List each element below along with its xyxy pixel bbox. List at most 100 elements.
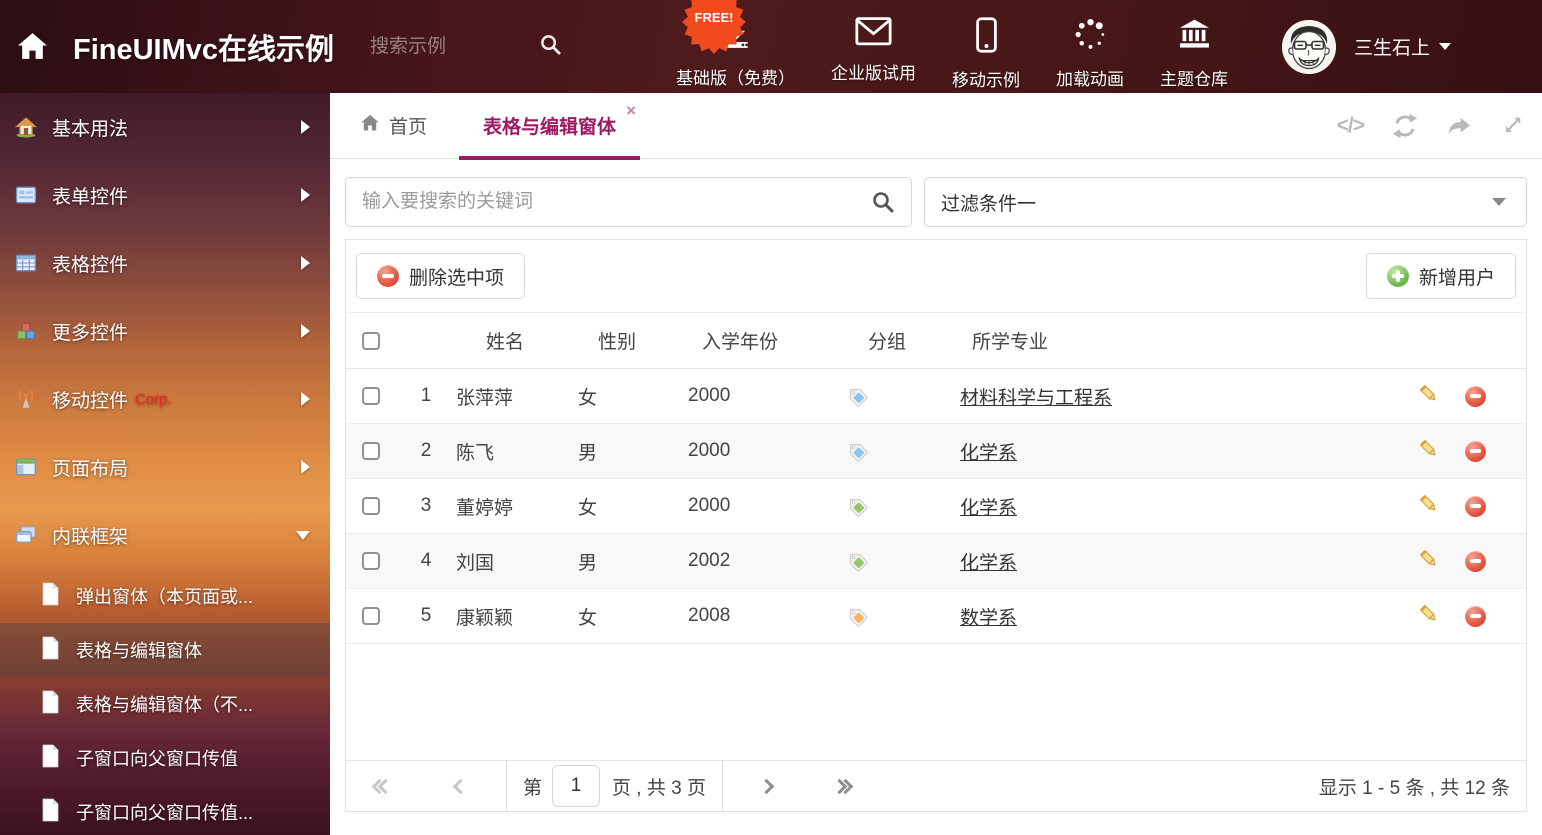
chevron-right-icon	[301, 324, 310, 338]
sidebar-item-basic-usage[interactable]: 基本用法	[0, 93, 330, 161]
header-search	[368, 33, 562, 61]
tag-icon	[846, 550, 868, 572]
search-icon[interactable]	[855, 190, 911, 214]
home-icon[interactable]	[16, 30, 49, 63]
free-badge[interactable]: FREE!	[682, 0, 746, 54]
grid-panel: 删除选中项 新增用户 姓名 性别 入学年份 分组 所学专业	[345, 239, 1527, 812]
tab-home[interactable]: 首页	[360, 112, 427, 139]
row-checkbox[interactable]	[362, 387, 380, 405]
major-link[interactable]: 化学系	[960, 553, 1017, 574]
cell-name: 张萍萍	[456, 383, 578, 410]
sidebar-subitem-child-to-parent[interactable]: 子窗口向父窗口传值	[0, 731, 330, 785]
next-page-button[interactable]	[761, 781, 772, 792]
first-page-button[interactable]	[374, 781, 391, 792]
edit-icon[interactable]	[1418, 603, 1439, 630]
delete-icon[interactable]	[1465, 386, 1486, 407]
sidebar-item-grid-controls[interactable]: 表格控件	[0, 229, 330, 297]
sidebar-item-more-controls[interactable]: 更多控件	[0, 297, 330, 365]
page-input[interactable]	[552, 765, 600, 807]
sidebar-subitem-popup-window[interactable]: 弹出窗体（本页面或...	[0, 569, 330, 623]
sidebar-subitem-grid-edit-window-2[interactable]: 表格与编辑窗体（不...	[0, 677, 330, 731]
select-all-checkbox[interactable]	[362, 332, 380, 350]
delete-icon[interactable]	[1465, 606, 1486, 627]
app-title: FineUIMvc在线示例	[73, 26, 334, 68]
sidebar-item-form-controls[interactable]: 表单控件	[0, 161, 330, 229]
sidebar-subitem-child-to-parent-2[interactable]: 子窗口向父窗口传值...	[0, 785, 330, 835]
chevron-right-icon	[301, 460, 310, 474]
column-header-name[interactable]: 姓名	[456, 327, 578, 354]
row-checkbox[interactable]	[362, 497, 380, 515]
page-prefix: 第	[523, 773, 542, 800]
major-link[interactable]: 材料科学与工程系	[960, 388, 1112, 409]
nav-item-enterprise-trial[interactable]: 企业版试用	[831, 3, 916, 84]
table-row: 2 陈飞 男 2000 化学系	[346, 424, 1526, 479]
table-row: 1 张萍萍 女 2000 材料科学与工程系	[346, 369, 1526, 424]
chevron-right-icon	[301, 256, 310, 270]
frames-icon	[14, 524, 38, 546]
nav-item-loading-animation[interactable]: 加载动画	[1056, 3, 1124, 90]
delete-icon[interactable]	[1465, 551, 1486, 572]
pagination-bar: 第 页 , 共 3 页 显示 1 - 5 条 , 共 12 条	[346, 760, 1526, 811]
cell-gender: 女	[578, 383, 686, 410]
major-link[interactable]: 数学系	[960, 608, 1017, 629]
row-checkbox[interactable]	[362, 552, 380, 570]
refresh-icon[interactable]	[1392, 113, 1418, 139]
expand-icon[interactable]	[1500, 114, 1524, 138]
page-summary: 显示 1 - 5 条 , 共 12 条	[1319, 773, 1510, 800]
last-page-button[interactable]	[834, 781, 851, 792]
sidebar-item-mobile-controls[interactable]: 移动控件 Corp.	[0, 365, 330, 433]
keyword-search-input[interactable]	[346, 190, 855, 214]
cubes-icon	[14, 320, 38, 342]
sidebar-item-page-layout[interactable]: 页面布局	[0, 433, 330, 501]
column-header-gender[interactable]: 性别	[578, 327, 686, 354]
delete-icon[interactable]	[1465, 496, 1486, 517]
forward-icon[interactable]	[1446, 113, 1472, 139]
cell-year: 2000	[686, 440, 826, 462]
edit-icon[interactable]	[1418, 548, 1439, 575]
add-user-button[interactable]: 新增用户	[1366, 253, 1516, 299]
mail-icon	[855, 17, 892, 51]
file-icon	[40, 744, 60, 773]
nav-item-label: 加载动画	[1056, 65, 1124, 90]
search-icon[interactable]	[539, 33, 562, 61]
nav-item-mobile-demo[interactable]: 移动示例	[952, 3, 1020, 91]
column-header-group[interactable]: 分组	[826, 327, 956, 354]
file-icon	[40, 690, 60, 719]
edit-icon[interactable]	[1418, 438, 1439, 465]
content: 过滤条件一 删除选中项 新增用户 姓名 性别 入学年份	[330, 159, 1542, 812]
pager-divider	[722, 761, 723, 811]
filter-dropdown[interactable]: 过滤条件一	[924, 177, 1527, 227]
column-header-major[interactable]: 所学专业	[956, 327, 1376, 354]
code-icon[interactable]: </>	[1337, 114, 1364, 138]
filter-row: 过滤条件一	[345, 177, 1527, 227]
edit-icon[interactable]	[1418, 383, 1439, 410]
delete-icon[interactable]	[1465, 441, 1486, 462]
cell-gender: 男	[578, 438, 686, 465]
prev-page-button[interactable]	[455, 781, 466, 792]
cell-name: 康颖颖	[456, 603, 578, 630]
minus-icon	[377, 265, 399, 287]
major-link[interactable]: 化学系	[960, 498, 1017, 519]
spinner-icon	[1073, 17, 1108, 57]
avatar[interactable]	[1282, 20, 1336, 74]
nav-item-theme-repo[interactable]: 主题仓库	[1160, 3, 1228, 90]
tab-grid-edit-window[interactable]: 表格与编辑窗体 ×	[459, 93, 640, 159]
row-checkbox[interactable]	[362, 442, 380, 460]
header-search-input[interactable]	[368, 35, 523, 59]
chevron-down-icon	[296, 531, 310, 540]
column-header-year[interactable]: 入学年份	[686, 327, 826, 354]
user-menu[interactable]: 三生石上	[1354, 33, 1451, 60]
close-icon[interactable]: ×	[626, 102, 636, 119]
tag-icon	[846, 605, 868, 627]
row-checkbox[interactable]	[362, 607, 380, 625]
delete-selected-button[interactable]: 删除选中项	[356, 253, 525, 299]
tag-icon	[846, 440, 868, 462]
cell-gender: 男	[578, 548, 686, 575]
edit-icon[interactable]	[1418, 493, 1439, 520]
table-icon	[14, 252, 38, 274]
pager-divider	[506, 761, 507, 811]
cell-name: 陈飞	[456, 438, 578, 465]
major-link[interactable]: 化学系	[960, 443, 1017, 464]
sidebar-subitem-grid-edit-window[interactable]: 表格与编辑窗体	[0, 623, 330, 677]
sidebar-item-iframe[interactable]: 内联框架	[0, 501, 330, 569]
